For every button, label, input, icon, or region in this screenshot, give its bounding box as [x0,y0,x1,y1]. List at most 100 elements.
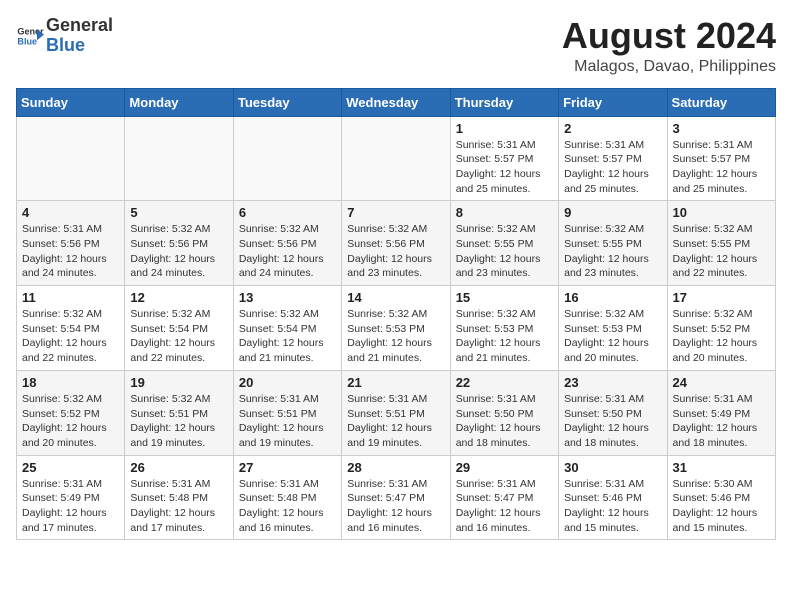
day-number: 31 [673,460,770,475]
day-info: Sunrise: 5:31 AM Sunset: 5:57 PM Dayligh… [673,138,770,197]
logo: General Blue GeneralBlue [16,16,113,56]
day-number: 9 [564,205,661,220]
subtitle: Malagos, Davao, Philippines [562,58,776,76]
day-info: Sunrise: 5:31 AM Sunset: 5:56 PM Dayligh… [22,222,119,281]
calendar-cell: 15 Sunrise: 5:32 AM Sunset: 5:53 PM Dayli… [450,286,558,371]
day-number: 22 [456,375,553,390]
day-info: Sunrise: 5:32 AM Sunset: 5:54 PM Dayligh… [22,307,119,366]
day-info: Sunrise: 5:32 AM Sunset: 5:54 PM Dayligh… [239,307,336,366]
day-number: 4 [22,205,119,220]
day-number: 5 [130,205,227,220]
calendar-week-row: 18 Sunrise: 5:32 AM Sunset: 5:52 PM Dayli… [17,370,776,455]
calendar-cell: 10Sunrise: 5:32 AM Sunset: 5:55 PM Dayli… [667,201,775,286]
day-info: Sunrise: 5:32 AM Sunset: 5:53 PM Dayligh… [456,307,553,366]
day-info: Sunrise: 5:32 AM Sunset: 5:53 PM Dayligh… [347,307,444,366]
calendar-cell: 14 Sunrise: 5:32 AM Sunset: 5:53 PM Dayli… [342,286,450,371]
day-number: 18 [22,375,119,390]
calendar-week-row: 11 Sunrise: 5:32 AM Sunset: 5:54 PM Dayli… [17,286,776,371]
calendar-cell: 17 Sunrise: 5:32 AM Sunset: 5:52 PM Dayli… [667,286,775,371]
day-number: 2 [564,121,661,136]
weekday-header: Tuesday [233,88,341,116]
weekday-header: Monday [125,88,233,116]
day-number: 23 [564,375,661,390]
day-info: Sunrise: 5:32 AM Sunset: 5:56 PM Dayligh… [347,222,444,281]
calendar-week-row: 25 Sunrise: 5:31 AM Sunset: 5:49 PM Dayli… [17,455,776,540]
day-number: 7 [347,205,444,220]
day-info: Sunrise: 5:31 AM Sunset: 5:48 PM Dayligh… [239,477,336,536]
weekday-header: Saturday [667,88,775,116]
day-number: 20 [239,375,336,390]
calendar-cell: 9 Sunrise: 5:32 AM Sunset: 5:55 PM Daylig… [559,201,667,286]
day-number: 27 [239,460,336,475]
day-info: Sunrise: 5:32 AM Sunset: 5:56 PM Dayligh… [130,222,227,281]
day-number: 24 [673,375,770,390]
day-info: Sunrise: 5:31 AM Sunset: 5:47 PM Dayligh… [456,477,553,536]
calendar-cell [125,116,233,201]
day-number: 8 [456,205,553,220]
day-number: 29 [456,460,553,475]
day-number: 1 [456,121,553,136]
weekday-header: Friday [559,88,667,116]
header: General Blue GeneralBlue August 2024 Mal… [16,16,776,76]
calendar-cell: 12Sunrise: 5:32 AM Sunset: 5:54 PM Dayli… [125,286,233,371]
day-info: Sunrise: 5:31 AM Sunset: 5:57 PM Dayligh… [456,138,553,197]
calendar-week-row: 1 Sunrise: 5:31 AM Sunset: 5:57 PM Daylig… [17,116,776,201]
main-title: August 2024 [562,16,776,56]
calendar-cell [233,116,341,201]
calendar-cell: 2 Sunrise: 5:31 AM Sunset: 5:57 PM Daylig… [559,116,667,201]
day-number: 21 [347,375,444,390]
calendar-cell: 31 Sunrise: 5:30 AM Sunset: 5:46 PM Dayli… [667,455,775,540]
day-info: Sunrise: 5:31 AM Sunset: 5:46 PM Dayligh… [564,477,661,536]
calendar-cell: 19Sunrise: 5:32 AM Sunset: 5:51 PM Dayli… [125,370,233,455]
calendar-cell: 6Sunrise: 5:32 AM Sunset: 5:56 PM Daylig… [233,201,341,286]
day-info: Sunrise: 5:32 AM Sunset: 5:53 PM Dayligh… [564,307,661,366]
day-info: Sunrise: 5:31 AM Sunset: 5:48 PM Dayligh… [130,477,227,536]
day-info: Sunrise: 5:31 AM Sunset: 5:57 PM Dayligh… [564,138,661,197]
day-info: Sunrise: 5:30 AM Sunset: 5:46 PM Dayligh… [673,477,770,536]
calendar-cell: 13 Sunrise: 5:32 AM Sunset: 5:54 PM Dayli… [233,286,341,371]
calendar-cell: 3 Sunrise: 5:31 AM Sunset: 5:57 PM Daylig… [667,116,775,201]
logo-icon: General Blue [16,22,44,50]
calendar-cell: 8 Sunrise: 5:32 AM Sunset: 5:55 PM Daylig… [450,201,558,286]
calendar-cell: 11 Sunrise: 5:32 AM Sunset: 5:54 PM Dayli… [17,286,125,371]
calendar-cell [342,116,450,201]
calendar-cell: 22 Sunrise: 5:31 AM Sunset: 5:50 PM Dayli… [450,370,558,455]
day-info: Sunrise: 5:32 AM Sunset: 5:55 PM Dayligh… [564,222,661,281]
day-info: Sunrise: 5:32 AM Sunset: 5:52 PM Dayligh… [673,307,770,366]
day-number: 19 [130,375,227,390]
calendar-cell: 26 Sunrise: 5:31 AM Sunset: 5:48 PM Dayli… [125,455,233,540]
calendar-cell: 16 Sunrise: 5:32 AM Sunset: 5:53 PM Dayli… [559,286,667,371]
calendar-cell: 18 Sunrise: 5:32 AM Sunset: 5:52 PM Dayli… [17,370,125,455]
svg-text:Blue: Blue [17,36,37,46]
calendar-header: SundayMondayTuesdayWednesdayThursdayFrid… [17,88,776,116]
day-number: 15 [456,290,553,305]
day-number: 11 [22,290,119,305]
day-number: 3 [673,121,770,136]
day-info: Sunrise: 5:32 AM Sunset: 5:55 PM Dayligh… [456,222,553,281]
day-info: Sunrise: 5:31 AM Sunset: 5:51 PM Dayligh… [347,392,444,451]
calendar-cell: 4 Sunrise: 5:31 AM Sunset: 5:56 PM Daylig… [17,201,125,286]
calendar-cell: 5 Sunrise: 5:32 AM Sunset: 5:56 PM Daylig… [125,201,233,286]
calendar-week-row: 4 Sunrise: 5:31 AM Sunset: 5:56 PM Daylig… [17,201,776,286]
weekday-header: Sunday [17,88,125,116]
day-info: Sunrise: 5:32 AM Sunset: 5:52 PM Dayligh… [22,392,119,451]
calendar-table: SundayMondayTuesdayWednesdayThursdayFrid… [16,88,776,541]
day-number: 14 [347,290,444,305]
day-number: 25 [22,460,119,475]
calendar-cell [17,116,125,201]
day-number: 16 [564,290,661,305]
day-number: 13 [239,290,336,305]
calendar-cell: 29 Sunrise: 5:31 AM Sunset: 5:47 PM Dayli… [450,455,558,540]
day-info: Sunrise: 5:31 AM Sunset: 5:47 PM Dayligh… [347,477,444,536]
calendar-cell: 24Sunrise: 5:31 AM Sunset: 5:49 PM Dayli… [667,370,775,455]
day-info: Sunrise: 5:31 AM Sunset: 5:50 PM Dayligh… [564,392,661,451]
calendar-cell: 27 Sunrise: 5:31 AM Sunset: 5:48 PM Dayli… [233,455,341,540]
day-number: 6 [239,205,336,220]
day-info: Sunrise: 5:32 AM Sunset: 5:54 PM Dayligh… [130,307,227,366]
title-area: August 2024 Malagos, Davao, Philippines [562,16,776,76]
day-info: Sunrise: 5:31 AM Sunset: 5:50 PM Dayligh… [456,392,553,451]
day-number: 17 [673,290,770,305]
day-info: Sunrise: 5:31 AM Sunset: 5:49 PM Dayligh… [22,477,119,536]
day-info: Sunrise: 5:31 AM Sunset: 5:51 PM Dayligh… [239,392,336,451]
day-number: 26 [130,460,227,475]
